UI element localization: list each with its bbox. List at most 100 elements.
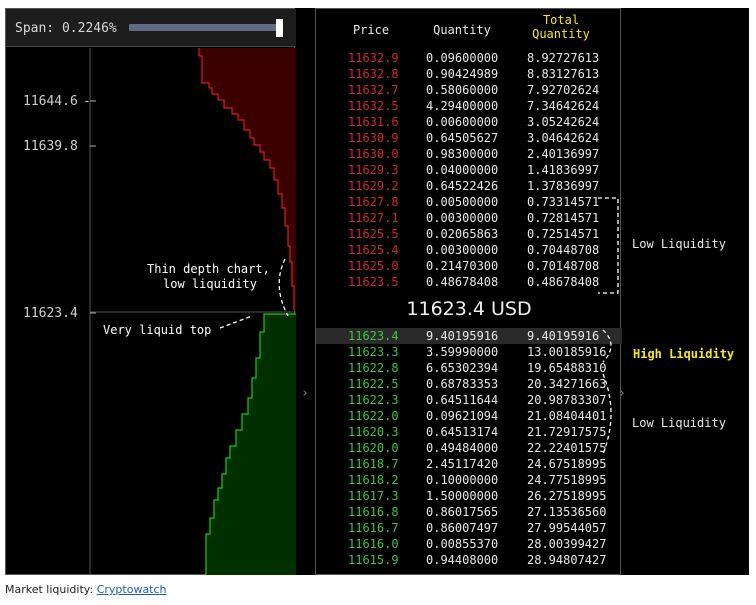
header-total-line2: Quantity — [532, 27, 590, 41]
ask-qty: 0.48678408 — [426, 275, 499, 289]
bid-row[interactable]: 11616.7 0.86007497 27.99544057 — [316, 520, 622, 536]
ask-row[interactable]: 11623.5 0.48678408 0.48678408 — [316, 274, 622, 290]
ask-row[interactable]: 11630.9 0.64505627 3.04642624 — [316, 130, 622, 146]
bid-price: 11618.7 — [348, 457, 399, 471]
bid-total: 27.13536560 — [527, 505, 607, 519]
span-control: Span: 0.2246% — [6, 9, 296, 47]
bid-qty: 0.00855370 — [426, 537, 499, 551]
ask-total: 0.73314571 — [527, 195, 600, 209]
ask-qty: 4.29400000 — [426, 99, 499, 113]
bid-row[interactable]: 11617.3 1.50000000 26.27518995 — [316, 488, 622, 504]
liquid-top-annotation: Very liquid top — [103, 323, 211, 337]
bid-price: 11618.2 — [348, 473, 399, 487]
bid-row[interactable]: 11622.5 0.68783353 20.34271663 — [316, 376, 622, 392]
ask-price: 11625.0 — [348, 259, 399, 273]
ask-total: 8.92727613 — [527, 51, 600, 65]
ask-row[interactable]: 11627.8 0.00500000 0.73314571 — [316, 194, 622, 210]
bid-row[interactable]: 11616.0 0.00855370 28.00399427 — [316, 536, 622, 552]
bid-price: 11616.0 — [348, 537, 399, 551]
bid-qty: 0.86007497 — [426, 521, 499, 535]
ask-row[interactable]: 11632.9 0.09600000 8.92727613 — [316, 50, 622, 66]
ask-row[interactable]: 11629.2 0.64522426 1.37836997 — [316, 178, 622, 194]
bid-price: 11620.3 — [348, 425, 399, 439]
bid-total: 20.98783307 — [527, 393, 607, 407]
ask-total: 1.37836997 — [527, 179, 600, 193]
ask-row[interactable]: 11632.5 4.29400000 7.34642624 — [316, 98, 622, 114]
span-slider-track[interactable] — [129, 24, 281, 31]
ask-row[interactable]: 11625.5 0.02065863 0.72514571 — [316, 226, 622, 242]
ask-qty: 0.58060000 — [426, 83, 499, 97]
bid-row[interactable]: 11618.7 2.45117420 24.67518995 — [316, 456, 622, 472]
bid-total: 9.40195916 — [527, 329, 600, 343]
bid-qty: 0.68783353 — [426, 377, 499, 391]
bid-total: 21.08404401 — [527, 409, 607, 423]
figure-caption: Market liquidity: Cryptowatch — [5, 583, 167, 596]
ask-row[interactable]: 11631.6 0.00600000 3.05242624 — [316, 114, 622, 130]
ask-row[interactable]: 11630.0 0.98300000 2.40136997 — [316, 146, 622, 162]
header-price: Price — [352, 23, 390, 37]
ask-qty: 0.00300000 — [426, 211, 499, 225]
ask-total: 0.70448708 — [527, 243, 600, 257]
bid-row[interactable]: 11620.0 0.49484000 22.22401575 — [316, 440, 622, 456]
bid-total: 28.00399427 — [527, 537, 607, 551]
bid-row[interactable]: 11623.3 3.59990000 13.00185916 — [316, 344, 622, 360]
mid-price: 11623.4 USD — [406, 298, 532, 320]
bid-row[interactable]: 11615.9 0.94408000 28.94807427 — [316, 552, 622, 568]
bid-total: 26.27518995 — [527, 489, 607, 503]
ask-total: 1.41836997 — [527, 163, 600, 177]
bid-row[interactable]: 11622.8 6.65302394 19.65488310 — [316, 360, 622, 376]
ask-price: 11629.3 — [348, 163, 399, 177]
order-book: Price Quantity Total Quantity 11632.9 0.0… — [315, 8, 622, 575]
chevron-right-icon[interactable]: › — [301, 386, 309, 401]
ask-total: 2.40136997 — [527, 147, 600, 161]
bid-total: 19.65488310 — [527, 361, 607, 375]
bid-row[interactable]: 11622.0 0.09621094 21.08404401 — [316, 408, 622, 424]
caption-text: Market liquidity: — [5, 583, 97, 596]
bid-total: 28.94807427 — [527, 553, 607, 567]
bid-total: 22.22401575 — [527, 441, 607, 455]
ask-row[interactable]: 11632.8 0.90424989 8.83127613 — [316, 66, 622, 82]
cryptowatch-link[interactable]: Cryptowatch — [97, 583, 167, 596]
ask-row[interactable]: 11625.0 0.21470300 0.70148708 — [316, 258, 622, 274]
bid-qty: 6.65302394 — [426, 361, 499, 375]
ask-row[interactable]: 11625.4 0.00300000 0.70448708 — [316, 242, 622, 258]
ask-total: 0.72514571 — [527, 227, 600, 241]
bid-qty: 0.64511644 — [426, 393, 499, 407]
ask-total: 7.92702624 — [527, 83, 600, 97]
bid-total: 20.34271663 — [527, 377, 607, 391]
bid-price: 11623.3 — [348, 345, 399, 359]
ask-qty: 0.09600000 — [426, 51, 499, 65]
chevron-right-icon[interactable]: › — [618, 386, 626, 401]
ask-row[interactable]: 11632.7 0.58060000 7.92702624 — [316, 82, 622, 98]
bid-price: 11623.4 — [348, 329, 399, 343]
ask-total: 3.05242624 — [527, 115, 600, 129]
depth-chart: 11644.6 11639.8 11623.4 - Thin depth cha… — [23, 48, 296, 575]
liquid-top-arrow — [219, 315, 253, 329]
ask-row[interactable]: 11627.1 0.00300000 0.72814571 — [316, 210, 622, 226]
bid-row[interactable]: 11620.3 0.64513174 21.72917575 — [316, 424, 622, 440]
bid-total: 27.99544057 — [527, 521, 607, 535]
ask-qty: 0.21470300 — [426, 259, 499, 273]
ask-qty: 0.04000000 — [426, 163, 499, 177]
bid-row[interactable]: 11622.3 0.64511644 20.98783307 — [316, 392, 622, 408]
bid-qty: 0.09621094 — [426, 409, 499, 423]
depth-chart-panel: Span: 0.2246% 11644.6 11639.8 11623.4 - … — [5, 8, 296, 575]
bid-qty: 0.86017565 — [426, 505, 499, 519]
thin-chart-annotation-line1: Thin depth chart, — [147, 262, 270, 276]
ask-qty: 0.02065863 — [426, 227, 499, 241]
bid-row[interactable]: 11616.8 0.86017565 27.13536560 — [316, 504, 622, 520]
ask-price: 11631.6 — [348, 115, 399, 129]
ask-total: 0.72814571 — [527, 211, 600, 225]
ask-price: 11632.9 — [348, 51, 399, 65]
ask-row[interactable]: 11629.3 0.04000000 1.41836997 — [316, 162, 622, 178]
bid-price: 11615.9 — [348, 553, 399, 567]
low-liquidity-label: Low Liquidity — [632, 416, 726, 430]
span-slider-handle[interactable] — [276, 19, 283, 37]
ask-qty: 0.00300000 — [426, 243, 499, 257]
bid-depth-area — [206, 314, 296, 575]
high-liquidity-label: High Liquidity — [633, 347, 735, 361]
bid-row[interactable]: 11618.2 0.10000000 24.77518995 — [316, 472, 622, 488]
bid-row[interactable]: 11623.4 9.40195916 9.40195916 — [316, 328, 622, 344]
thin-chart-annotation-line2: low liquidity — [163, 277, 257, 291]
ask-qty: 0.64522426 — [426, 179, 499, 193]
